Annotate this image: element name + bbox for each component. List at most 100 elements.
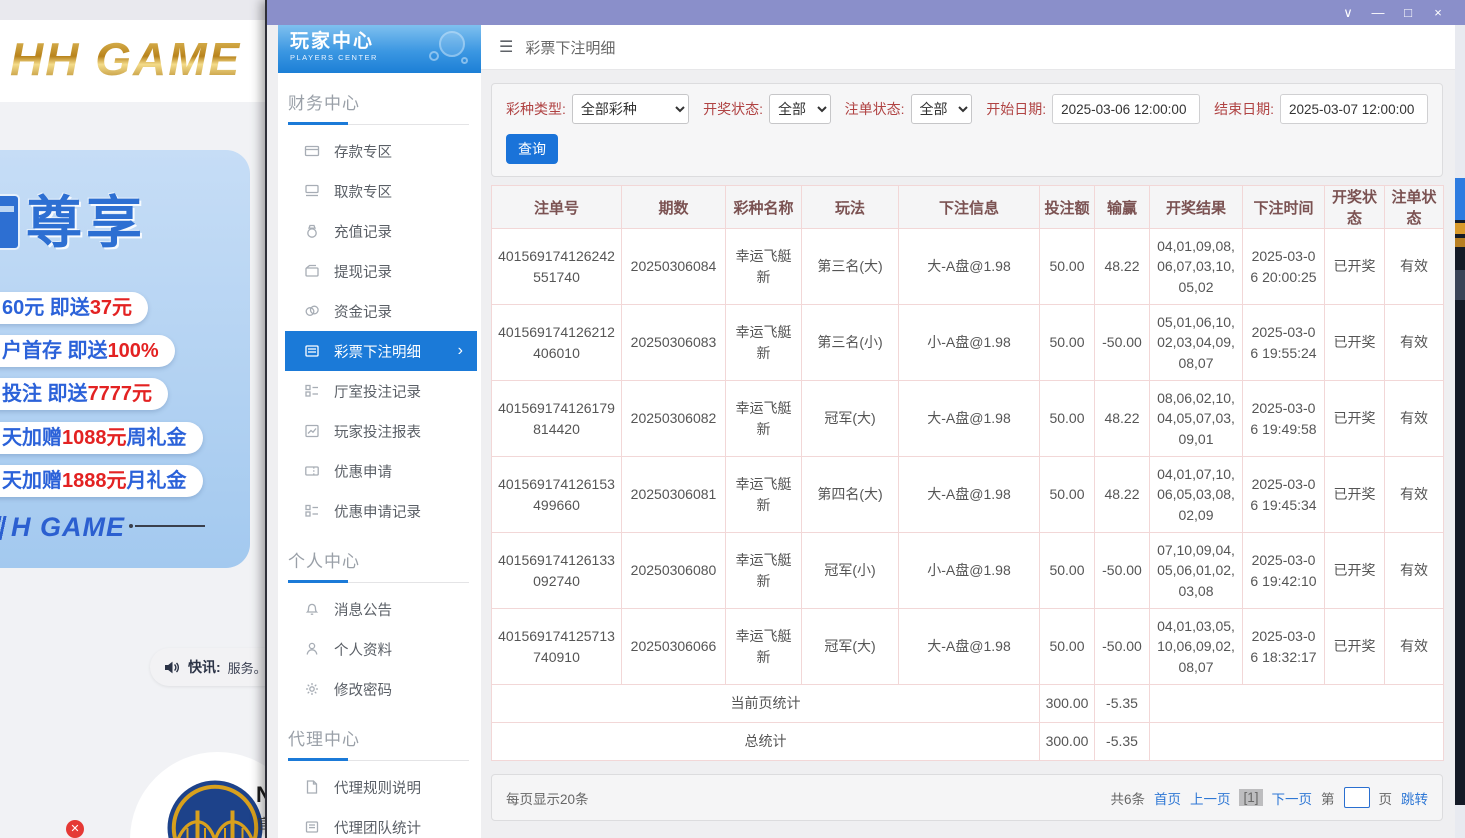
- jump-page-input[interactable]: [1344, 787, 1370, 808]
- table-cell: 04,01,09,08,06,07,03,10,05,02: [1150, 229, 1243, 305]
- end-date-input[interactable]: [1280, 94, 1428, 124]
- promo-text: 1888元: [62, 470, 127, 492]
- table-cell: 已开奖: [1325, 457, 1385, 533]
- table-cell: 48.22: [1095, 381, 1150, 457]
- close-badge-icon[interactable]: ✕: [66, 820, 84, 838]
- start-date-input[interactable]: [1052, 94, 1200, 124]
- promo-panel: 尊享 60元 即送37元户首存 即送100%投注 即送7777元天加赠1088元…: [0, 150, 250, 568]
- person-icon: [304, 641, 320, 657]
- table-cell: 第三名(小): [802, 305, 899, 381]
- decorative-line: [135, 525, 205, 527]
- close-button[interactable]: ×: [1423, 0, 1453, 25]
- sidebar-item-label: 消息公告: [334, 599, 392, 620]
- total-count: 共6条: [1110, 788, 1145, 808]
- table-cell: 幸运飞艇新: [726, 457, 802, 533]
- summary-winloss-total: -5.35: [1095, 685, 1150, 723]
- bets-table-wrap: 注单号期数彩种名称玩法下注信息投注额输赢开奖结果下注时间开奖状态注单状态4015…: [491, 185, 1465, 761]
- table-cell: 幸运飞艇新: [726, 533, 802, 609]
- sidebar-item-hall-bet-records[interactable]: 厅室投注记录: [278, 371, 481, 411]
- table-cell: 20250306080: [622, 533, 726, 609]
- maximize-button[interactable]: □: [1393, 0, 1423, 25]
- moneybag-icon: [304, 223, 320, 239]
- table-cell: 冠军(大): [802, 609, 899, 685]
- search-button[interactable]: 查询: [506, 134, 558, 164]
- table-cell: 20250306066: [622, 609, 726, 685]
- table-cell: 第四名(大): [802, 457, 899, 533]
- promo-text: 7777元: [88, 383, 153, 405]
- sidebar-item-promo-apply-records[interactable]: 优惠申请记录: [278, 491, 481, 531]
- sidebar-item-deposit-zone[interactable]: 存款专区: [278, 131, 481, 171]
- page-size-label: 每页显示20条: [506, 788, 589, 808]
- current-page[interactable]: [1]: [1239, 789, 1262, 806]
- table-cell: 已开奖: [1325, 305, 1385, 381]
- sidebar-item-label: 提现记录: [334, 261, 392, 282]
- jump-suffix: 页: [1379, 788, 1393, 808]
- sidebar-item-player-bet-report[interactable]: 玩家投注报表: [278, 411, 481, 451]
- table-cell: 401569174126212406010: [492, 305, 622, 381]
- section-underline: [288, 580, 469, 583]
- table-cell: 48.22: [1095, 457, 1150, 533]
- sidebar-item-change-password[interactable]: 修改密码: [278, 669, 481, 709]
- table-cell: 大-A盘@1.98: [899, 381, 1040, 457]
- window-titlebar: ∨—□×: [267, 0, 1465, 25]
- table-cell: 大-A盘@1.98: [899, 609, 1040, 685]
- prev-page-link[interactable]: 上一页: [1190, 788, 1231, 808]
- clipped-character-fragment: [0, 196, 18, 248]
- sidebar-item-label: 厅室投注记录: [334, 381, 421, 402]
- sidebar-item-label: 代理规则说明: [334, 777, 421, 798]
- table-cell: 05,01,06,10,02,03,04,09,08,07: [1150, 305, 1243, 381]
- table-cell: 已开奖: [1325, 533, 1385, 609]
- main-panel: ☰ 彩票下注明细 彩种类型: 全部彩种 开奖状态: 全部 注单状态: 全部 开始…: [481, 25, 1465, 838]
- sidebar-item-recharge-records[interactable]: 充值记录: [278, 211, 481, 251]
- page-scrollbar[interactable]: [1455, 25, 1465, 838]
- hh-game-logo: HH GAME: [10, 32, 241, 86]
- ticker-text: 服务。: [228, 658, 267, 677]
- sidebar-item-promo-apply[interactable]: 优惠申请: [278, 451, 481, 491]
- summary-row: 总统计300.00-5.35: [492, 723, 1444, 761]
- browser-top-strip: [0, 0, 270, 20]
- table-cell: 有效: [1385, 457, 1444, 533]
- promo-text: 天加赠: [2, 470, 62, 492]
- table-cell: 有效: [1385, 609, 1444, 685]
- table-cell: 50.00: [1040, 229, 1095, 305]
- sidebar-section-label: 代理中心: [288, 725, 469, 750]
- sidebar-item-label: 存款专区: [334, 141, 392, 162]
- first-page-link[interactable]: 首页: [1154, 788, 1181, 808]
- sidebar-item-profile[interactable]: 个人资料: [278, 629, 481, 669]
- menu-toggle-icon[interactable]: ☰: [499, 37, 513, 57]
- sidebar-item-label: 修改密码: [334, 679, 392, 700]
- table-cell: 有效: [1385, 533, 1444, 609]
- sidebar-item-agent-rules[interactable]: 代理规则说明: [278, 767, 481, 807]
- promo-text: 户首存 即送: [2, 340, 108, 362]
- table-cell: 50.00: [1040, 609, 1095, 685]
- table-cell: 2025-03-06 19:45:34: [1243, 457, 1325, 533]
- sidebar-item-lottery-bet-details[interactable]: 彩票下注明细›: [285, 331, 477, 371]
- collapse-button[interactable]: ∨: [1333, 0, 1363, 25]
- ticker-label: 快讯:: [188, 657, 221, 677]
- table-cell: 2025-03-06 19:42:10: [1243, 533, 1325, 609]
- sidebar-item-agent-team-stats[interactable]: 代理团队统计: [278, 807, 481, 838]
- table-row: 40156917412613309274020250306080幸运飞艇新冠军(…: [492, 533, 1444, 609]
- sidebar-item-withdraw-zone[interactable]: 取款专区: [278, 171, 481, 211]
- card-icon: [304, 143, 320, 159]
- hand-icon: [304, 183, 320, 199]
- promo-pill: 天加赠1088元周礼金: [0, 422, 203, 454]
- next-page-link[interactable]: 下一页: [1272, 788, 1313, 808]
- draw-status-select[interactable]: 全部: [769, 94, 831, 124]
- table-row: 40156917412571374091020250306066幸运飞艇新冠军(…: [492, 609, 1444, 685]
- table-cell: -50.00: [1095, 533, 1150, 609]
- sidebar-item-funds-records[interactable]: 资金记录: [278, 291, 481, 331]
- table-row: 40156917412621240601020250306083幸运飞艇新第三名…: [492, 305, 1444, 381]
- gridlist-icon: [304, 503, 320, 519]
- jump-link[interactable]: 跳转: [1401, 788, 1428, 808]
- sidebar-section-label: 财务中心: [288, 89, 469, 114]
- sidebar-item-withdrawal-records[interactable]: 提现记录: [278, 251, 481, 291]
- sidebar-item-messages[interactable]: 消息公告: [278, 589, 481, 629]
- table-cell: 20250306082: [622, 381, 726, 457]
- column-header: 玩法: [802, 186, 899, 229]
- minimize-button[interactable]: —: [1363, 0, 1393, 25]
- promo-text: 天加赠: [2, 427, 62, 449]
- table-cell: 50.00: [1040, 305, 1095, 381]
- lottery-type-select[interactable]: 全部彩种: [572, 94, 689, 124]
- order-status-select[interactable]: 全部: [911, 94, 973, 124]
